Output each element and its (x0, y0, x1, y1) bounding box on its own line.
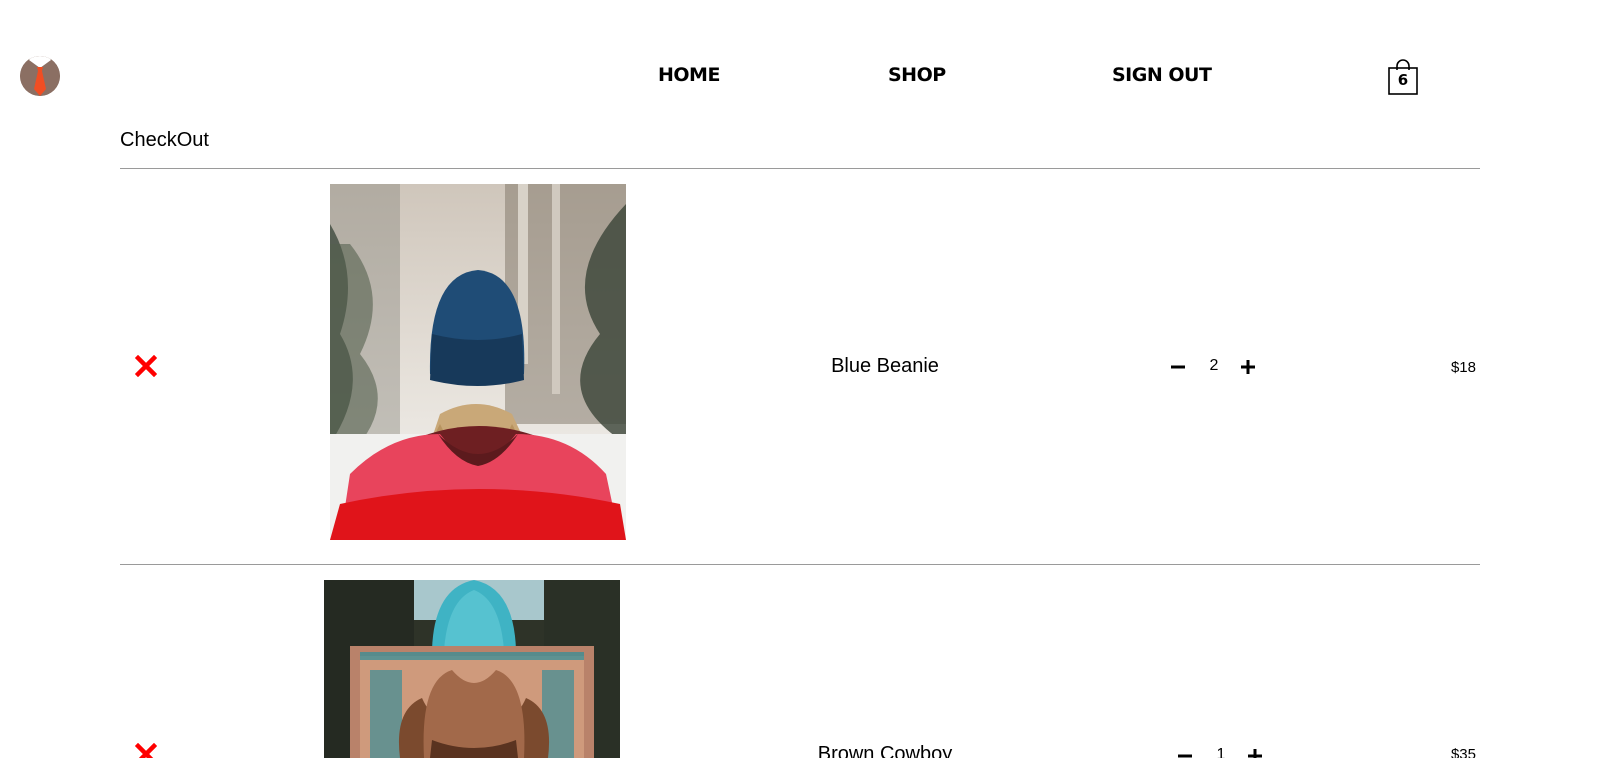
blue-beanie-photo (330, 184, 626, 540)
divider (120, 168, 1480, 169)
minus-icon (1171, 365, 1185, 369)
decrease-quantity-button[interactable] (1175, 746, 1195, 758)
plus-icon (1248, 749, 1262, 758)
nav-sign-out-link[interactable]: SIGN OUT (1112, 64, 1212, 86)
plus-icon (1241, 360, 1255, 374)
divider (120, 564, 1480, 565)
brown-cowboy-hat-photo (324, 580, 620, 758)
increase-quantity-button[interactable] (1238, 357, 1258, 377)
cart-button[interactable]: 6 (1386, 58, 1420, 96)
nav-home-link[interactable]: HOME (658, 64, 720, 86)
product-price: $35 (1450, 746, 1476, 758)
product-price: $18 (1450, 359, 1476, 376)
quantity-stepper: 2 (1168, 355, 1260, 379)
quantity-value: 1 (1216, 746, 1226, 758)
quantity-stepper: 1 (1168, 744, 1262, 758)
product-image (324, 580, 620, 758)
logo[interactable] (20, 56, 60, 96)
close-icon (134, 354, 158, 378)
product-name: Blue Beanie (831, 355, 939, 377)
tie-logo-icon (20, 56, 60, 96)
product-image (330, 184, 626, 540)
product-name: Brown Cowboy (817, 743, 953, 758)
close-icon (134, 742, 158, 758)
increase-quantity-button[interactable] (1245, 746, 1265, 758)
minus-icon (1178, 754, 1192, 758)
nav-shop-link[interactable]: SHOP (888, 64, 946, 86)
remove-item-button[interactable] (134, 354, 158, 378)
quantity-value: 2 (1209, 357, 1219, 374)
decrease-quantity-button[interactable] (1168, 357, 1188, 377)
remove-item-button[interactable] (134, 742, 158, 758)
cart-count-badge: 6 (1397, 71, 1409, 89)
page-title: CheckOut (120, 129, 209, 151)
